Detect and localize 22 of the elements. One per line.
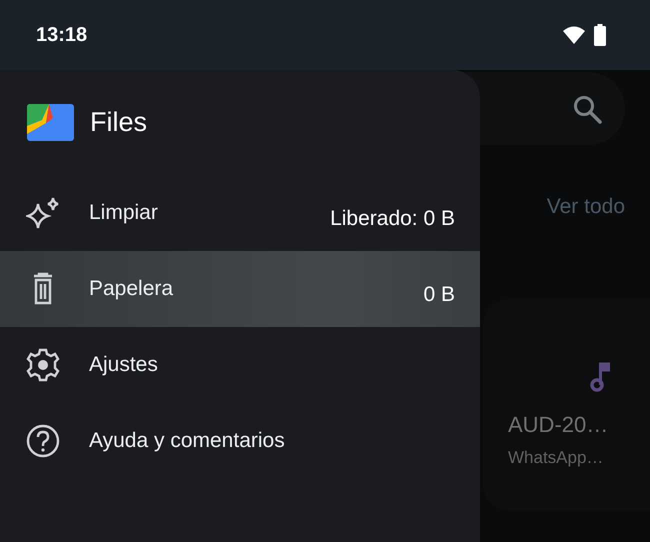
wifi-icon [563, 26, 585, 44]
app-title: Files [90, 107, 148, 138]
item-label: Ajustes [89, 353, 159, 377]
music-note-icon [590, 362, 610, 392]
search-icon[interactable] [572, 94, 602, 124]
battery-icon [594, 24, 606, 46]
file-source: WhatsApp… [508, 448, 604, 468]
file-name: AUD-20… [508, 412, 610, 438]
drawer-item[interactable]: Limpiar Liberado: 0 B [0, 175, 480, 251]
help-icon [26, 424, 60, 458]
status-time: 13:18 [36, 24, 88, 46]
item-value: 0 B [423, 283, 455, 307]
drawer-item[interactable]: Ajustes [0, 327, 480, 403]
item-label: Limpiar [89, 201, 159, 225]
settings-icon [26, 348, 60, 382]
app-logo-icon [27, 104, 74, 141]
drawer-item[interactable]: Papelera 0 B [0, 251, 480, 327]
sparkle-icon [26, 196, 60, 230]
item-value: Liberado: 0 B [330, 207, 455, 231]
drawer-item[interactable]: Ayuda y comentarios [0, 403, 480, 479]
item-label: Papelera [89, 277, 174, 301]
item-label: Ayuda y comentarios [89, 429, 286, 453]
